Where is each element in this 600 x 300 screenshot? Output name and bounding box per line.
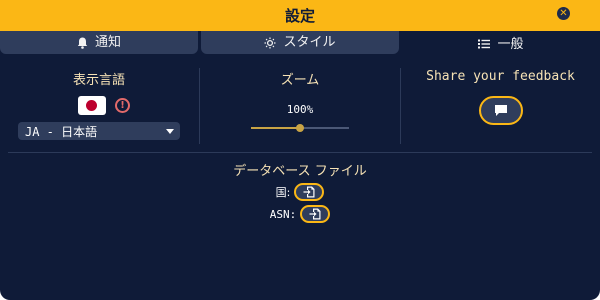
tab-notifications-label: 通知	[94, 35, 121, 50]
japan-flag	[78, 96, 106, 115]
close-icon: ✕	[559, 8, 568, 19]
country-db-import-button[interactable]	[294, 183, 325, 201]
feedback-panel: Share your feedback	[401, 62, 600, 148]
warning-icon[interactable]: !	[115, 98, 130, 113]
bell-icon	[77, 37, 88, 49]
asn-db-label: ASN:	[269, 207, 297, 221]
tab-notifications[interactable]: 通知	[0, 31, 198, 54]
tab-general[interactable]: 一般	[402, 31, 600, 57]
feedback-button[interactable]	[478, 96, 523, 125]
settings-window: 設定 ✕ 通知 スタイル 一般 表示言語 ! JA - 日本語 ズーム 100%…	[0, 0, 600, 300]
file-import-icon	[309, 208, 321, 220]
zoom-slider-thumb[interactable]	[296, 124, 304, 132]
comment-icon	[494, 105, 507, 116]
zoom-value: 100%	[286, 103, 314, 116]
asn-db-import-button[interactable]	[300, 205, 331, 223]
asn-db-row: ASN:	[270, 205, 331, 223]
language-status-row: !	[78, 96, 130, 115]
tab-style-label: スタイル	[283, 35, 336, 50]
tab-style[interactable]: スタイル	[201, 31, 399, 54]
country-db-label: 国:	[275, 186, 291, 199]
zoom-heading: ズーム	[280, 73, 320, 88]
section-divider	[8, 152, 592, 153]
language-panel: 表示言語 ! JA - 日本語	[0, 62, 198, 148]
zoom-slider[interactable]	[251, 122, 349, 134]
window-title: 設定	[284, 7, 315, 25]
list-icon	[478, 39, 491, 49]
file-import-icon	[303, 186, 315, 198]
tab-general-label: 一般	[497, 36, 524, 52]
title-bar: 設定 ✕	[0, 0, 600, 31]
country-db-row: 国:	[276, 183, 325, 201]
feedback-heading: Share your feedback	[426, 69, 575, 84]
language-select-value: JA - 日本語	[25, 124, 98, 139]
sun-icon	[264, 37, 276, 48]
zoom-slider-fill	[251, 127, 300, 129]
close-button[interactable]: ✕	[557, 7, 570, 20]
tab-bar: 通知 スタイル 一般	[0, 31, 600, 57]
database-heading: データベース ファイル	[233, 164, 367, 179]
zoom-panel: ズーム 100%	[200, 62, 400, 148]
language-heading: 表示言語	[72, 73, 125, 88]
language-select[interactable]: JA - 日本語	[18, 122, 180, 140]
database-section: データベース ファイル 国: ASN:	[0, 160, 600, 223]
chevron-down-icon	[166, 128, 174, 134]
